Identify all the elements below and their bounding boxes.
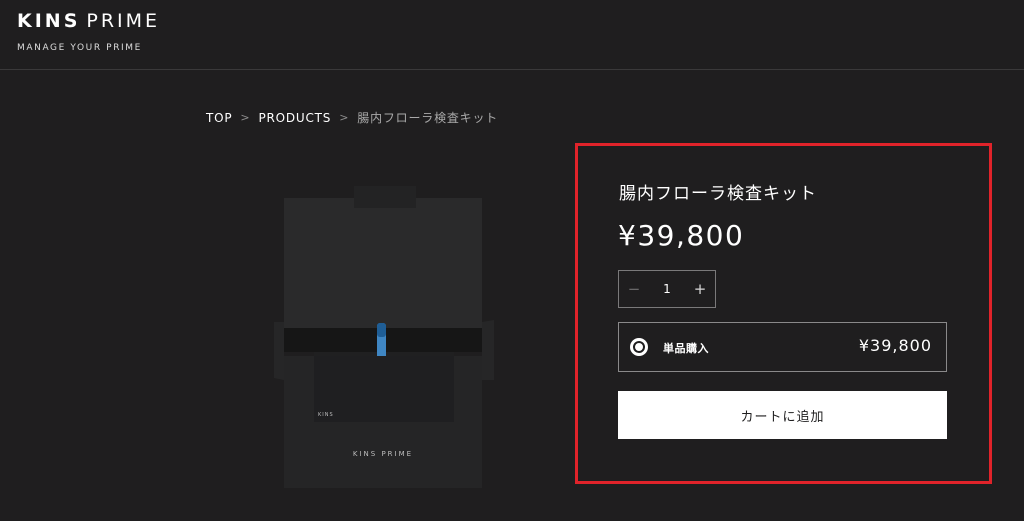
sample-tube-cap <box>377 323 386 337</box>
quantity-decrease-button[interactable]: − <box>619 280 649 298</box>
box-brand-text: KINS PRIME <box>353 450 413 458</box>
product-price: ¥39,800 <box>618 219 745 252</box>
quantity-increase-button[interactable]: + <box>685 280 715 298</box>
product-image: KINS KINS PRIME <box>270 180 500 500</box>
quantity-value[interactable]: 1 <box>663 282 671 296</box>
box-lid <box>284 198 482 328</box>
site-header: KINS PRIME MANAGE YOUR PRIME <box>0 0 1024 70</box>
quantity-stepper: − 1 + <box>618 270 716 308</box>
card-brand-text: KINS <box>318 412 334 418</box>
product-box-illustration: KINS KINS PRIME <box>274 186 494 488</box>
box-flap-right <box>482 320 494 380</box>
breadcrumb-separator: > <box>339 111 350 124</box>
purchase-option-single[interactable]: 単品購入 ¥39,800 <box>618 322 947 372</box>
product-title: 腸内フローラ検査キット <box>619 184 817 204</box>
breadcrumb-products[interactable]: PRODUCTS <box>258 111 331 125</box>
logo-primary: KINS <box>17 10 81 32</box>
breadcrumb-separator: > <box>240 111 251 124</box>
box-flap-left <box>274 322 284 380</box>
product-purchase-panel: 腸内フローラ検査キット ¥39,800 − 1 + 単品購入 ¥39,800 カ… <box>575 143 992 484</box>
add-to-cart-button[interactable]: カートに追加 <box>618 391 947 439</box>
breadcrumb-current: 腸内フローラ検査キット <box>357 111 499 125</box>
logo-secondary: PRIME <box>86 10 161 32</box>
purchase-option-label: 単品購入 <box>663 342 709 355</box>
box-tab <box>354 186 416 208</box>
site-logo[interactable]: KINS PRIME <box>17 10 160 32</box>
front-cutout <box>314 356 454 422</box>
site-tagline: MANAGE YOUR PRIME <box>17 43 142 53</box>
purchase-option-price: ¥39,800 <box>858 336 932 355</box>
radio-selected-icon[interactable] <box>630 338 648 356</box>
breadcrumb-top[interactable]: TOP <box>206 111 232 125</box>
breadcrumb: TOP > PRODUCTS > 腸内フローラ検査キット <box>206 109 498 126</box>
